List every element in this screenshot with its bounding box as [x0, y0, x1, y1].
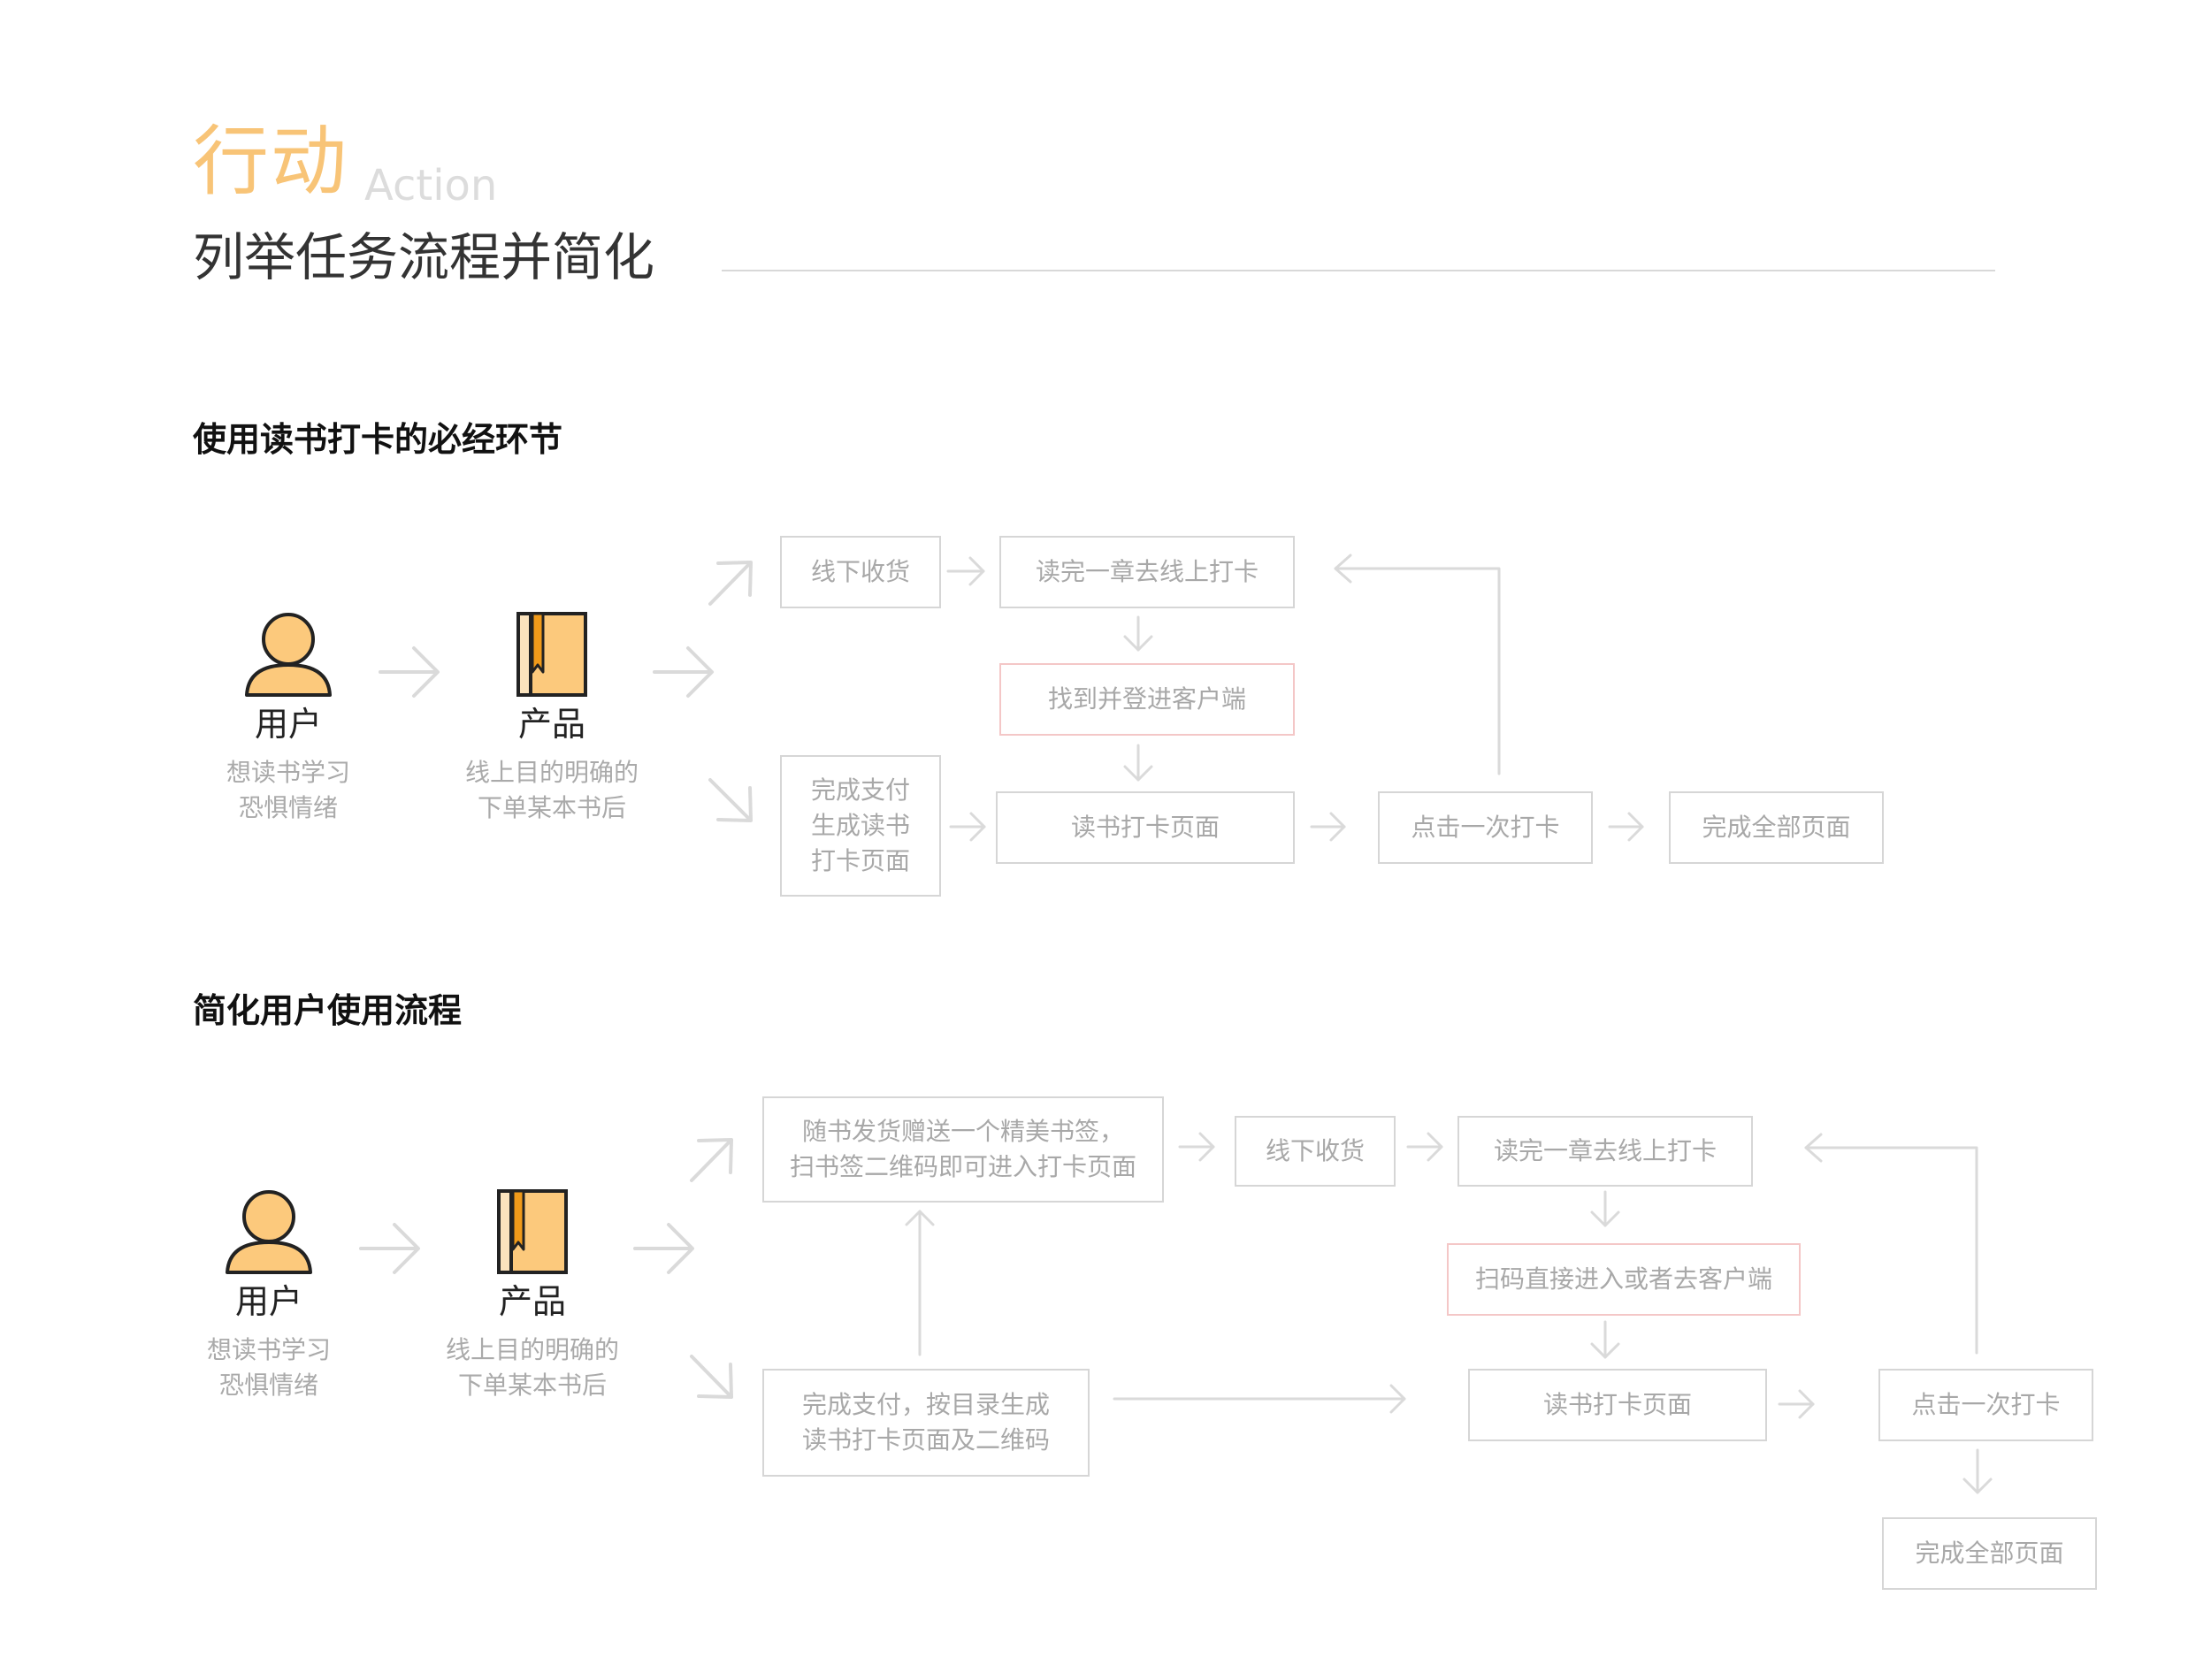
arrow-icon: [1590, 1190, 1620, 1227]
arrow-icon: [1123, 744, 1153, 782]
arrow-icon: [1406, 1132, 1443, 1162]
actor-user-name: 用户: [234, 1282, 302, 1321]
user-icon: [245, 613, 332, 697]
box-complete-all: 完成全部页面: [1882, 1517, 2097, 1590]
box-scan-enter: 扫码直接进入或者去客户端: [1447, 1243, 1801, 1316]
box-pay-generate: 完成支付，按目录生成 读书打卡页面及二维码: [762, 1369, 1090, 1477]
arrow-icon: [1310, 812, 1346, 842]
box-complete-all: 完成全部页面: [1669, 791, 1884, 864]
user-icon: [226, 1190, 312, 1274]
loop-back-connector: [1804, 1133, 1978, 1355]
box-offline-receive: 线下收货: [780, 536, 941, 608]
box-click-checkin: 点击一次打卡: [1378, 791, 1593, 864]
arrow-icon: [690, 1138, 733, 1182]
section-title-simplified-flow: 简化用户使用流程: [193, 991, 463, 1030]
box-checkin-page: 读书打卡页面: [1468, 1369, 1767, 1441]
arrow-icon: [946, 556, 985, 586]
arrow-icon: [690, 1355, 733, 1399]
box-pay-generate: 完成支付 生成读书 打卡页面: [780, 755, 941, 897]
box-offline-receive: 线下收货: [1235, 1116, 1396, 1187]
arrow-icon: [1778, 1389, 1815, 1419]
arrow-icon: [949, 812, 986, 842]
box-bookmark-gift: 随书发货赠送一个精美书签， 扫书签二维码即可进入打卡页面: [762, 1096, 1164, 1203]
actor-user-name: 用户: [254, 705, 322, 744]
actor-product-desc: 线上目的明确的 下单某本书后: [445, 1335, 619, 1400]
actor-user: 用户 想读书学习 恐惧情绪: [154, 1187, 384, 1403]
actor-product: 产品 线上目的明确的 下单某本书后: [437, 610, 667, 826]
actor-user: 用户 想读书学习 恐惧情绪: [173, 610, 403, 826]
actor-product-name: 产品: [517, 705, 585, 744]
actor-product-name: 产品: [498, 1282, 566, 1321]
box-click-checkin: 点击一次打卡: [1878, 1369, 2093, 1441]
section-title-required-steps: 使用读书打卡的必经环节: [193, 420, 563, 459]
arrow-icon: [708, 778, 753, 822]
arrow-icon: [708, 561, 753, 606]
actor-product-desc: 线上目的明确的 下单某本书后: [464, 758, 639, 822]
box-read-chapter: 读完一章去线上打卡: [999, 536, 1295, 608]
book-icon: [497, 1189, 568, 1274]
box-find-login: 找到并登进客户端: [999, 663, 1295, 736]
loop-back-connector: [1334, 554, 1501, 775]
arrow-icon: [1113, 1384, 1406, 1414]
arrow-icon: [1590, 1320, 1620, 1359]
book-icon: [516, 612, 587, 697]
actor-product: 产品 线上目的明确的 下单某本书后: [417, 1187, 647, 1403]
arrow-icon: [1608, 812, 1644, 842]
box-read-chapter: 读完一章去线上打卡: [1457, 1116, 1753, 1187]
actor-user-desc: 想读书学习 恐惧情绪: [226, 758, 350, 822]
arrow-icon: [1178, 1132, 1215, 1162]
box-checkin-page: 读书打卡页面: [996, 791, 1295, 864]
actor-user-desc: 想读书学习 恐惧情绪: [206, 1335, 331, 1400]
arrow-icon: [1962, 1448, 1993, 1494]
arrow-icon: [905, 1210, 935, 1356]
arrow-icon: [1123, 615, 1153, 652]
